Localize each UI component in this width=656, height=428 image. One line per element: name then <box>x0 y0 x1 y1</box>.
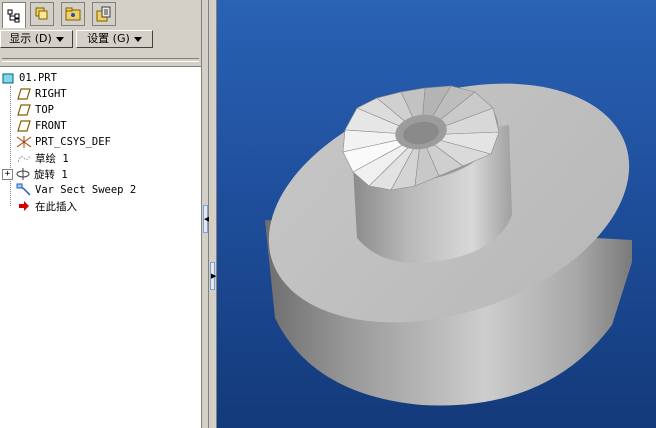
tree-item-label: RIGHT <box>35 88 67 100</box>
favorites-icon <box>96 6 111 22</box>
tree-item-label: TOP <box>35 104 54 116</box>
tree-item-label: 在此插入 <box>35 200 77 213</box>
datum-plane-icon <box>16 103 32 117</box>
panel-splitter[interactable]: ◀ <box>201 0 209 428</box>
tree-item-sweep[interactable]: Var Sect Sweep 2 <box>16 182 136 198</box>
tree-item-right[interactable]: RIGHT <box>16 86 67 102</box>
chevron-down-icon <box>55 36 64 42</box>
tree-item-label: FRONT <box>35 120 67 132</box>
tree-item-insert-here[interactable]: 在此插入 <box>16 198 77 214</box>
folder-browser-icon <box>65 7 81 21</box>
navigator-toolbar: 显示 (D) 设置 (G) <box>0 28 201 50</box>
datum-plane-icon <box>16 119 32 133</box>
tree-item-label: Var Sect Sweep 2 <box>35 184 137 196</box>
datum-plane-icon <box>16 87 32 101</box>
chevron-down-icon <box>133 36 142 42</box>
tree-item-revolve[interactable]: + 旋转 1 <box>0 166 68 182</box>
sweep-icon <box>16 183 32 197</box>
tree-item-label: PRT_CSYS_DEF <box>35 136 111 148</box>
model-tree-icon <box>7 9 20 22</box>
tree-item-label: 草绘 1 <box>35 152 69 165</box>
tree-item-sketch[interactable]: 草绘 1 <box>16 150 69 166</box>
show-dropdown-label: 显示 (D) <box>9 32 52 45</box>
revolve-icon <box>15 167 31 181</box>
tree-root-label: 01.PRT <box>19 72 57 84</box>
settings-dropdown-button[interactable]: 设置 (G) <box>76 30 153 48</box>
tree-item-top[interactable]: TOP <box>16 102 54 118</box>
sketch-icon <box>16 151 32 165</box>
insert-here-arrow-icon <box>16 199 32 213</box>
settings-dropdown-label: 设置 (G) <box>87 32 130 45</box>
tab-model-tree[interactable] <box>2 2 26 28</box>
coordinate-system-icon <box>16 135 32 149</box>
navigator-tab-strip <box>0 0 201 29</box>
tree-item-front[interactable]: FRONT <box>16 118 67 134</box>
expand-right-handle[interactable]: ▶ <box>210 262 216 290</box>
tab-favorites[interactable] <box>92 2 116 26</box>
tab-layers[interactable] <box>30 2 54 26</box>
part-model-render <box>265 83 632 406</box>
panel-splitter-secondary[interactable]: ▶ <box>209 0 217 428</box>
part-icon <box>0 71 16 85</box>
tree-item-label: 旋转 1 <box>34 168 68 181</box>
expand-plus-icon[interactable]: + <box>2 168 13 180</box>
show-dropdown-button[interactable]: 显示 (D) <box>0 30 73 48</box>
tree-item-csys[interactable]: PRT_CSYS_DEF <box>16 134 111 150</box>
graphics-viewport[interactable] <box>217 0 656 428</box>
layers-icon <box>35 7 48 20</box>
panel-separator <box>0 50 201 67</box>
tab-folder-browser[interactable] <box>61 2 85 26</box>
model-tree: 01.PRT RIGHT TOP FRONT PRT_CSYS_DEF 草绘 1… <box>0 68 201 428</box>
collapse-left-handle[interactable]: ◀ <box>203 205 209 233</box>
tree-root-part[interactable]: 01.PRT <box>0 70 57 86</box>
